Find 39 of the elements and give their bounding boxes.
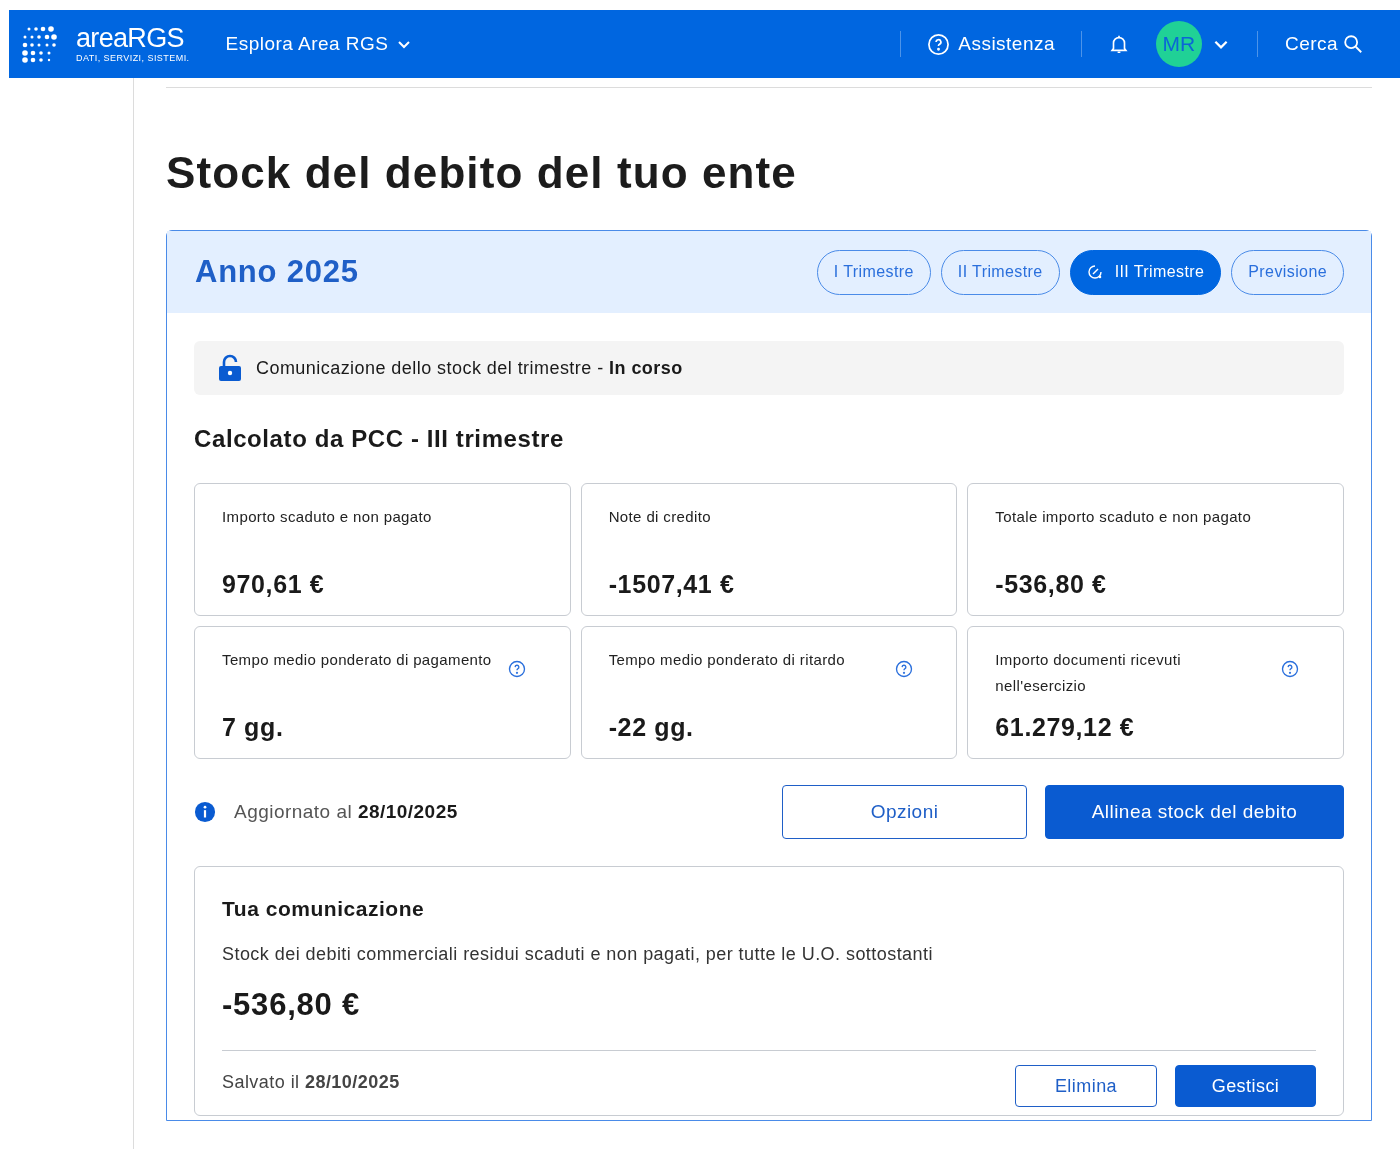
metric-value: -22 gg. [608,712,695,743]
search-icon [1342,33,1364,55]
help-icon[interactable] [894,660,913,678]
help-icon[interactable] [1281,660,1300,678]
status-text: Comunicazione dello stock del trimestre - In corso [256,356,683,380]
updated-text: Aggiornato al 28/10/2025 [234,799,458,824]
lock-icon [218,354,242,382]
year-title: Anno 2025 [195,252,359,291]
help-link[interactable]: Assistenza [927,29,1055,59]
quarter-tab[interactable]: III Trimestre [1069,249,1222,295]
outline-button[interactable]: Opzioni [782,785,1027,839]
user-avatar[interactable]: MR [1155,21,1202,67]
primary-button[interactable]: Allinea stock del debito [1045,785,1344,839]
primary-button[interactable]: Gestisci [1175,1065,1316,1107]
metric-label: Importo documenti ricevuti nell'esercizio [995,650,1182,696]
communication-amount: -536,80 € [222,985,361,1024]
metric-label: Importo scaduto e non pagato [222,507,433,527]
metric-value: -536,80 € [995,569,1108,600]
search-button[interactable]: Cerca [1284,29,1364,59]
metric-value: 61.279,12 € [995,712,1136,743]
metric-label: Totale importo scaduto e non pagato [995,507,1253,527]
info-icon [194,801,216,823]
saved-text: Salvato il 28/10/2025 [222,1071,400,1094]
page-title: Stock del debito del tuo ente [166,148,798,198]
logo-tagline: DATI, SERVIZI, SISTEMI. [76,52,190,64]
section-title: Calcolato da PCC - III trimestre [194,424,565,454]
communication-title: Tua comunicazione [222,896,426,922]
explore-menu[interactable]: Esplora Area RGS [225,29,413,59]
help-icon[interactable] [508,660,526,678]
metric-label: Note di credito [608,507,712,527]
logo-name: areaRGS [76,24,185,52]
metric-value: 970,61 € [222,569,326,600]
metric-label: Tempo medio ponderato di ritardo [608,650,846,670]
outline-button[interactable]: Elimina [1015,1065,1157,1107]
metric-value: 7 gg. [222,712,285,743]
metric-label: Tempo medio ponderato di pagamento [222,650,492,670]
logo-dots-icon [21,25,59,63]
communication-description: Stock dei debiti commerciali residui scaduti e non pagati, per tutte le U.O. sottostanti [222,942,934,966]
metric-value: -1507,41 € [608,569,736,600]
